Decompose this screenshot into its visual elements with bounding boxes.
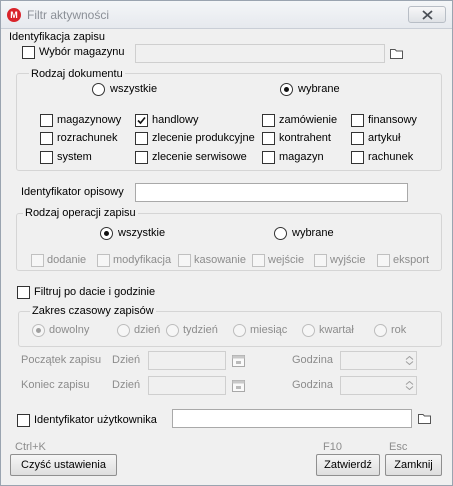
zakres-czasowy-title: Zakres czasowy zapisów bbox=[30, 305, 156, 317]
operation-label: dodanie bbox=[47, 254, 87, 266]
poczatek-dzien-input[interactable] bbox=[148, 351, 226, 370]
close-icon bbox=[422, 10, 433, 20]
doc-type-checkbox[interactable] bbox=[40, 132, 53, 145]
calendar-icon[interactable] bbox=[231, 378, 246, 393]
wybor-magazynu-label: Wybór magazynu bbox=[39, 46, 125, 58]
doc-type-label: rozrachunek bbox=[57, 132, 118, 144]
clear-shortcut: Ctrl+K bbox=[15, 441, 46, 453]
ident-opisowy-label: Identyfikator opisowy bbox=[21, 186, 124, 198]
doc-type-label: handlowy bbox=[152, 114, 199, 126]
wybor-magazynu-checkbox[interactable] bbox=[22, 46, 35, 59]
operation-checkbox[interactable] bbox=[314, 254, 327, 267]
window-title: Filtr aktywności bbox=[27, 8, 110, 22]
window-close-button[interactable] bbox=[408, 6, 446, 23]
filtr-daty-checkbox[interactable] bbox=[17, 286, 30, 299]
operacja-selected-label: wybrane bbox=[292, 227, 334, 239]
doc-type-checkbox[interactable] bbox=[351, 151, 364, 164]
checkmark-icon bbox=[137, 116, 146, 125]
doc-type-label: kontrahent bbox=[279, 132, 331, 144]
operation-checkbox[interactable] bbox=[97, 254, 110, 267]
koniec-dzien-label: Dzień bbox=[112, 379, 141, 391]
ident-uzytkownika-label: Identyfikator użytkownika bbox=[34, 414, 157, 426]
doc-type-label: system bbox=[57, 151, 92, 163]
spin-icon[interactable] bbox=[405, 356, 414, 365]
operation-label: kasowanie bbox=[194, 254, 246, 266]
operacja-all-label: wszystkie bbox=[118, 227, 166, 239]
dokument-all-label: wszystkie bbox=[110, 83, 158, 95]
doc-type-label: artykuł bbox=[368, 132, 401, 144]
rodzaj-operacji-title: Rodzaj operacji zapisu bbox=[23, 207, 138, 219]
close-button[interactable]: Zamknij bbox=[385, 454, 442, 476]
dokument-selected-label: wybrane bbox=[298, 83, 340, 95]
doc-type-checkbox[interactable] bbox=[135, 132, 148, 145]
doc-type-label: magazyn bbox=[279, 151, 324, 163]
title-bar: M Filtr aktywności bbox=[1, 1, 452, 29]
ident-opisowy-input[interactable] bbox=[135, 183, 408, 202]
folder-icon[interactable] bbox=[418, 413, 431, 424]
operation-label: wejście bbox=[268, 254, 305, 266]
operation-checkbox[interactable] bbox=[178, 254, 191, 267]
doc-type-checkbox[interactable] bbox=[351, 114, 364, 127]
folder-icon[interactable] bbox=[390, 48, 403, 59]
doc-type-label: finansowy bbox=[368, 114, 417, 126]
clear-settings-button[interactable]: Czyść ustawienia bbox=[10, 454, 117, 476]
dokument-all-radio[interactable] bbox=[92, 83, 105, 96]
calendar-icon[interactable] bbox=[231, 353, 246, 368]
filter-dialog: M Filtr aktywności Identyfikacja zapisu … bbox=[0, 0, 453, 486]
range-label: tydzień bbox=[183, 324, 218, 336]
ident-zapisu-heading: Identyfikacja zapisu bbox=[9, 31, 105, 43]
magazyn-field[interactable] bbox=[135, 44, 385, 63]
range-radio[interactable] bbox=[32, 324, 45, 337]
ok-shortcut: F10 bbox=[323, 441, 342, 453]
operation-label: wyjście bbox=[330, 254, 366, 266]
operation-label: modyfikacja bbox=[113, 254, 172, 266]
app-logo-icon: M bbox=[7, 8, 21, 22]
ident-uzytkownika-checkbox[interactable] bbox=[17, 414, 30, 427]
koniec-godzina-label: Godzina bbox=[292, 379, 333, 391]
poczatek-godzina-label: Godzina bbox=[292, 354, 333, 366]
doc-type-label: zamówienie bbox=[279, 114, 338, 126]
doc-type-checkbox[interactable] bbox=[351, 132, 364, 145]
doc-type-label: zlecenie serwisowe bbox=[152, 151, 247, 163]
doc-type-checkbox[interactable] bbox=[262, 114, 275, 127]
range-radio[interactable] bbox=[233, 324, 246, 337]
range-label: rok bbox=[391, 324, 407, 336]
rodzaj-dokumentu-title: Rodzaj dokumentu bbox=[29, 68, 125, 80]
operation-checkbox[interactable] bbox=[252, 254, 265, 267]
doc-type-checkbox[interactable] bbox=[135, 114, 148, 127]
doc-type-label: zlecenie produkcyjne bbox=[152, 132, 255, 144]
doc-type-checkbox[interactable] bbox=[40, 151, 53, 164]
range-radio[interactable] bbox=[374, 324, 387, 337]
dokument-selected-radio[interactable] bbox=[280, 83, 293, 96]
poczatek-label: Początek zapisu bbox=[21, 354, 102, 366]
doc-type-label: magazynowy bbox=[57, 114, 122, 126]
doc-type-checkbox[interactable] bbox=[262, 151, 275, 164]
range-radio[interactable] bbox=[166, 324, 179, 337]
close-shortcut: Esc bbox=[389, 441, 408, 453]
poczatek-dzien-label: Dzień bbox=[112, 354, 141, 366]
operation-label: eksport bbox=[393, 254, 430, 266]
koniec-label: Koniec zapisu bbox=[21, 379, 90, 391]
doc-type-checkbox[interactable] bbox=[135, 151, 148, 164]
range-label: miesiąc bbox=[250, 324, 288, 336]
doc-type-checkbox[interactable] bbox=[40, 114, 53, 127]
range-radio[interactable] bbox=[302, 324, 315, 337]
koniec-dzien-input[interactable] bbox=[148, 376, 226, 395]
range-label: dzień bbox=[134, 324, 161, 336]
filtr-daty-label: Filtruj po dacie i godzinie bbox=[34, 286, 156, 298]
operacja-selected-radio[interactable] bbox=[274, 227, 287, 240]
spin-icon[interactable] bbox=[405, 381, 414, 390]
operacja-all-radio[interactable] bbox=[100, 227, 113, 240]
range-label: dowolny bbox=[49, 324, 90, 336]
confirm-button[interactable]: Zatwierdź bbox=[316, 454, 380, 476]
doc-type-label: rachunek bbox=[368, 151, 414, 163]
range-radio[interactable] bbox=[117, 324, 130, 337]
doc-type-checkbox[interactable] bbox=[262, 132, 275, 145]
ident-uzytkownika-input[interactable] bbox=[172, 409, 412, 428]
range-label: kwartał bbox=[319, 324, 354, 336]
operation-checkbox[interactable] bbox=[377, 254, 390, 267]
operation-checkbox[interactable] bbox=[31, 254, 44, 267]
